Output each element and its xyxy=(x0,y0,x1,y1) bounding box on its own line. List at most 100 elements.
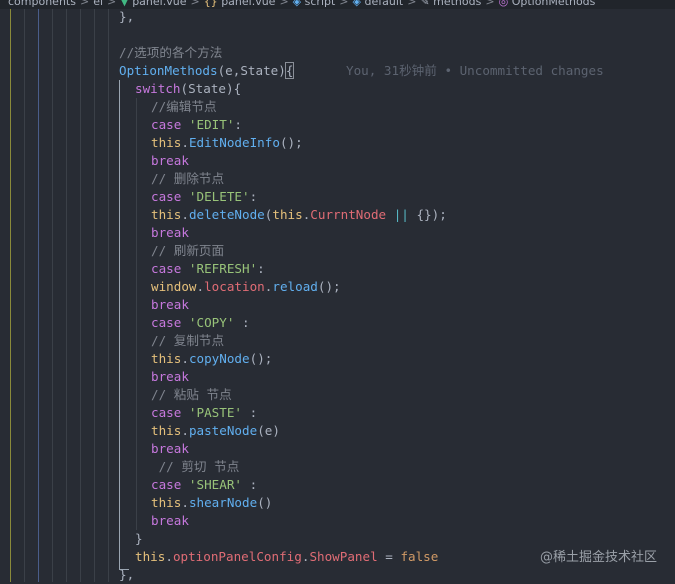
code-line[interactable]: window.location.reload(); xyxy=(151,278,341,296)
code-token: break xyxy=(151,441,189,456)
method-icon: ◎ xyxy=(498,0,512,8)
code-token: { xyxy=(284,62,295,79)
code-token: break xyxy=(151,225,189,240)
code-line[interactable]: this.shearNode() xyxy=(151,494,272,512)
braces-icon: {} xyxy=(203,0,222,8)
code-token: // 复制节点 xyxy=(151,333,225,348)
code-line[interactable]: break xyxy=(151,440,189,458)
code-line[interactable]: // 剪切 节点 xyxy=(151,458,240,476)
code-line[interactable]: }, xyxy=(119,566,134,584)
code-token: . xyxy=(196,279,205,294)
code-line[interactable]: case 'DELETE': xyxy=(151,188,257,206)
code-token: break xyxy=(151,297,189,312)
code-line[interactable]: case 'COPY' : xyxy=(151,314,250,332)
code-line[interactable]: case 'EDIT': xyxy=(151,116,242,134)
breadcrumb-item-methods[interactable]: methods xyxy=(433,0,481,8)
code-line[interactable]: this.EditNodeInfo(); xyxy=(151,134,303,152)
code-token: : xyxy=(249,189,258,204)
code-token: 'COPY' xyxy=(188,315,235,330)
breadcrumb-item-file-symbol[interactable]: panel.vue xyxy=(221,0,275,8)
code-token: this xyxy=(272,207,303,222)
code-token: false xyxy=(400,549,439,564)
code-line[interactable]: break xyxy=(151,368,189,386)
code-token: (); xyxy=(249,351,273,366)
breadcrumb-item-components[interactable]: components xyxy=(8,0,76,8)
code-token: break xyxy=(151,153,189,168)
indent-guide xyxy=(66,9,67,582)
code-line[interactable]: break xyxy=(151,224,189,242)
code-token: // 刷新页面 xyxy=(151,243,225,258)
code-token: this xyxy=(151,423,182,438)
indent-guide xyxy=(24,9,25,582)
indent-guide xyxy=(52,9,53,582)
code-line[interactable]: break xyxy=(151,152,189,170)
code-line[interactable]: //选项的各个方法 xyxy=(119,44,222,62)
code-token: . xyxy=(165,549,173,564)
code-token: (e,State) xyxy=(217,63,286,78)
code-line[interactable]: this.pasteNode(e) xyxy=(151,422,280,440)
code-line[interactable]: } xyxy=(135,530,143,548)
breadcrumb: components > el > ▼ panel.vue >{} panel.vue > ◈… xyxy=(0,0,675,9)
code-token: case xyxy=(151,315,189,330)
breadcrumb-item-script[interactable]: script xyxy=(305,0,336,8)
code-token: . xyxy=(181,135,189,150)
breadcrumb-trail: components > el > ▼ panel.vue >{} panel.vue > ◈… xyxy=(8,0,595,7)
breadcrumb-item-default[interactable]: default xyxy=(364,0,403,8)
code-token: . xyxy=(181,423,189,438)
code-line[interactable]: // 刷新页面 xyxy=(151,242,224,260)
code-line[interactable]: OptionMethods(e,State){ xyxy=(119,62,295,80)
code-line[interactable]: // 复制节点 xyxy=(151,332,224,350)
code-token: this xyxy=(151,135,182,150)
code-line[interactable]: // 粘贴 节点 xyxy=(151,386,232,404)
indent-guide xyxy=(94,9,95,582)
code-token: (); xyxy=(279,135,303,150)
code-line[interactable]: break xyxy=(151,512,189,530)
breadcrumb-item-optionmethods[interactable]: OptionMethods xyxy=(512,0,596,8)
code-token: 'PASTE' xyxy=(188,405,242,420)
code-token: ShowPanel xyxy=(309,549,378,564)
code-token: OptionMethods xyxy=(119,63,218,78)
code-token: // 删除节点 xyxy=(151,171,225,186)
code-token: case xyxy=(151,405,189,420)
code-token: this xyxy=(151,207,182,222)
code-token: location xyxy=(204,279,265,294)
code-line[interactable]: //编辑节点 xyxy=(151,98,217,116)
chevron-right-icon: > xyxy=(339,0,349,8)
code-token: //选项的各个方法 xyxy=(119,45,223,60)
chevron-right-icon: > xyxy=(485,0,495,8)
code-token: = xyxy=(377,549,401,564)
code-line[interactable]: this.deleteNode(this.CurrntNode || {}); xyxy=(151,206,447,224)
chevron-right-icon: > xyxy=(190,0,200,8)
code-token: this xyxy=(151,495,182,510)
code-token: {}); xyxy=(416,207,447,222)
code-line[interactable]: case 'PASTE' : xyxy=(151,404,257,422)
code-token: case xyxy=(151,261,189,276)
code-line[interactable]: // 删除节点 xyxy=(151,170,224,188)
code-token: case xyxy=(151,189,189,204)
git-blame-annotation: You, 31秒钟前 • Uncommitted changes xyxy=(346,63,604,78)
breadcrumb-item-el[interactable]: el xyxy=(93,0,103,8)
code-token: // 粘贴 节点 xyxy=(151,387,232,402)
code-token: // 剪切 节点 xyxy=(151,459,240,474)
code-line[interactable]: this.copyNode(); xyxy=(151,350,272,368)
breadcrumb-item-file[interactable]: panel.vue xyxy=(132,0,186,8)
chevron-right-icon: > xyxy=(407,0,417,8)
code-token: shearNode xyxy=(188,495,258,510)
code-line[interactable]: break xyxy=(151,296,189,314)
code-token: reload xyxy=(272,279,318,294)
code-line[interactable]: case 'REFRESH': xyxy=(151,260,265,278)
code-line[interactable]: this.optionPanelConfig.ShowPanel = false xyxy=(135,548,438,566)
code-line[interactable]: case 'SHEAR' : xyxy=(151,476,257,494)
chevron-right-icon: > xyxy=(79,0,90,8)
code-token: 'DELETE' xyxy=(188,189,250,204)
code-token: this xyxy=(135,549,166,564)
code-line[interactable]: switch(State){ xyxy=(135,80,241,98)
code-token: . xyxy=(181,207,189,222)
code-line[interactable]: }, xyxy=(119,8,134,26)
code-token: 'REFRESH' xyxy=(188,261,258,276)
code-token: (e) xyxy=(257,423,280,438)
code-token: break xyxy=(151,513,189,528)
cube-icon: ◈ xyxy=(292,0,305,8)
code-token: || xyxy=(386,207,417,222)
code-token: }, xyxy=(119,567,135,582)
